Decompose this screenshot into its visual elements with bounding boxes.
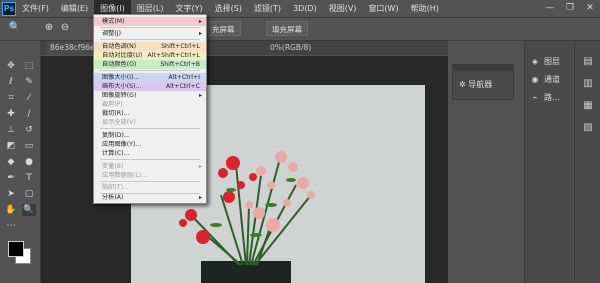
panel-column: ◈ 图层 ◉ 通道 ⌁ 路... [524,41,573,283]
menu-item-analysis[interactable]: 分析(A) ▸ [94,193,206,202]
menu-select[interactable]: 选择(S) [209,0,248,17]
quick-select-tool-icon[interactable]: ✎ [22,76,36,88]
channels-panel-tab[interactable]: ◉ 通道 [529,73,571,87]
path-select-tool-icon[interactable]: ➤ [4,188,18,200]
hand-tool-icon[interactable]: ✋ [4,204,18,216]
more-tools-icon[interactable]: ⋯ [4,220,18,232]
menu-item-canvas-size[interactable]: 画布大小(S)... Alt+Ctrl+C [94,82,206,91]
close-button[interactable]: ✕ [580,0,600,17]
eyedropper-tool-icon[interactable]: ⁄ [22,92,36,104]
marquee-tool-icon[interactable]: ⬚ [22,60,36,72]
channels-label: 通道 [544,75,560,84]
menu-item-image-rotation[interactable]: 图像旋转(G) ▸ [94,91,206,100]
eraser-tool-icon[interactable]: ◩ [4,140,18,152]
menu-bar: Ps 文件(F) 编辑(E) 图像(I) 图层(L) 文字(Y) 选择(S) 滤… [0,0,600,18]
menu-item-apply-image[interactable]: 应用图像(Y)... [94,140,206,149]
menu-item-calculations[interactable]: 计算(C)... [94,149,206,158]
document-tab-info: 0%(RGB/8) [270,43,312,52]
fill-screen-button-partial[interactable]: 充屏幕 [206,21,241,36]
menu-item-reveal-all: 显示全部(V) [102,119,136,126]
channels-icon: ◉ [531,75,539,84]
menu-separator [100,181,200,182]
zoom-tool-icon[interactable]: 🔍 [8,21,22,35]
navigator-label: ✲ 导航器 [459,79,492,90]
menu-window[interactable]: 窗口(W) [362,0,404,17]
paths-icon: ⌁ [532,93,538,102]
menu-view[interactable]: 视图(V) [323,0,363,17]
navigator-title: 导航器 [468,80,493,89]
layers-icon: ◈ [531,57,539,66]
zoom-out-icon[interactable]: ⊖ [58,21,72,35]
dodge-tool-icon[interactable]: ● [22,156,36,168]
clone-stamp-tool-icon[interactable]: ⊥ [4,124,18,136]
move-tool-icon[interactable]: ✥ [4,60,18,72]
blur-tool-icon[interactable]: ◆ [4,156,18,168]
fill-screen-button[interactable]: 填充屏幕 [266,21,308,36]
pen-tool-icon[interactable]: ✒ [4,172,18,184]
menu-item-variables: 变量(B) ▸ [102,163,202,170]
menu-item-image-size[interactable]: 图像大小(I)... Alt+Ctrl+I [94,73,206,82]
far-right-panel-strip: ▤ ▥ ▦ ▧ [574,41,600,283]
image-menu-dropdown: 模式(M) ▸ 调整(J) ▸ 自动色调(N) Shift+Ctrl+L 自动对比度(… [93,14,207,204]
brush-tool-icon[interactable]: ∕ [22,108,36,120]
swatches-icon[interactable]: ▦ [581,99,595,113]
type-tool-icon[interactable]: T [22,172,36,184]
adjustments-icon[interactable]: ▥ [581,77,595,91]
paths-panel-tab[interactable]: ⌁ 路... [529,91,571,105]
history-icon[interactable]: ▧ [581,121,595,135]
menu-separator [100,27,200,28]
menu-item-auto-color[interactable]: 自动颜色(O) Shift+Ctrl+B [94,60,206,69]
menu-separator [100,159,200,160]
menu-separator [100,70,200,71]
menu-3d[interactable]: 3D(D) [287,0,323,17]
restore-button[interactable]: ❐ [560,0,580,17]
healing-brush-tool-icon[interactable]: ✚ [4,108,18,120]
minimize-button[interactable]: — [540,0,560,17]
menu-edit[interactable]: 编辑(E) [55,0,94,17]
photoshop-logo: Ps [2,1,16,16]
properties-icon[interactable]: ▤ [581,55,595,69]
options-bar: 🔍 ⊕ ⊖ 充屏幕 填充屏幕 [0,18,600,41]
menu-item-auto-contrast[interactable]: 自动对比度(U) Alt+Shift+Ctrl+L [94,51,206,60]
menu-separator [100,128,200,129]
lasso-tool-icon[interactable]: ℓ [4,76,18,88]
menu-item-duplicate[interactable]: 复制(D)... [94,131,206,140]
menu-item-trap: 陷印(T)... [102,184,129,191]
layers-panel-tab[interactable]: ◈ 图层 [529,55,571,69]
tools-panel: ✥ ⬚ ℓ ✎ ⌗ ⁄ ✚ ∕ ⊥ ↺ ◩ ▭ ◆ ● ✒ T ➤ ▢ ✋ 🔍 … [0,56,41,283]
menu-filter[interactable]: 滤镜(T) [248,0,287,17]
crop-tool-icon[interactable]: ⌗ [4,92,18,104]
zoom-in-icon[interactable]: ⊕ [42,21,56,35]
menu-help[interactable]: 帮助(H) [405,0,445,17]
history-brush-tool-icon[interactable]: ↺ [22,124,36,136]
menu-file[interactable]: 文件(F) [16,0,55,17]
menu-item-trim[interactable]: 裁切(R)... [94,109,206,118]
menu-item-crop: 裁剪(P) [102,101,123,108]
menu-item-auto-tone[interactable]: 自动色调(N) Shift+Ctrl+L [94,42,206,51]
menu-item-adjustments[interactable]: 调整(J) ▸ [94,29,206,38]
menu-item-mode[interactable]: 模式(M) ▸ [94,17,206,26]
gradient-tool-icon[interactable]: ▭ [22,140,36,152]
paths-label: 路... [544,93,560,102]
menu-separator [100,39,200,40]
foreground-color-swatch[interactable] [8,241,24,257]
zoom-tool-icon[interactable]: 🔍 [22,204,36,216]
navigator-icon: ✲ [459,80,466,89]
layers-label: 图层 [544,57,560,66]
menu-item-apply-data-set: 应用数据组(L)... [102,172,148,179]
rectangle-tool-icon[interactable]: ▢ [22,188,36,200]
navigator-panel-header[interactable] [453,65,513,71]
navigator-panel[interactable]: ✲ 导航器 [452,64,514,100]
